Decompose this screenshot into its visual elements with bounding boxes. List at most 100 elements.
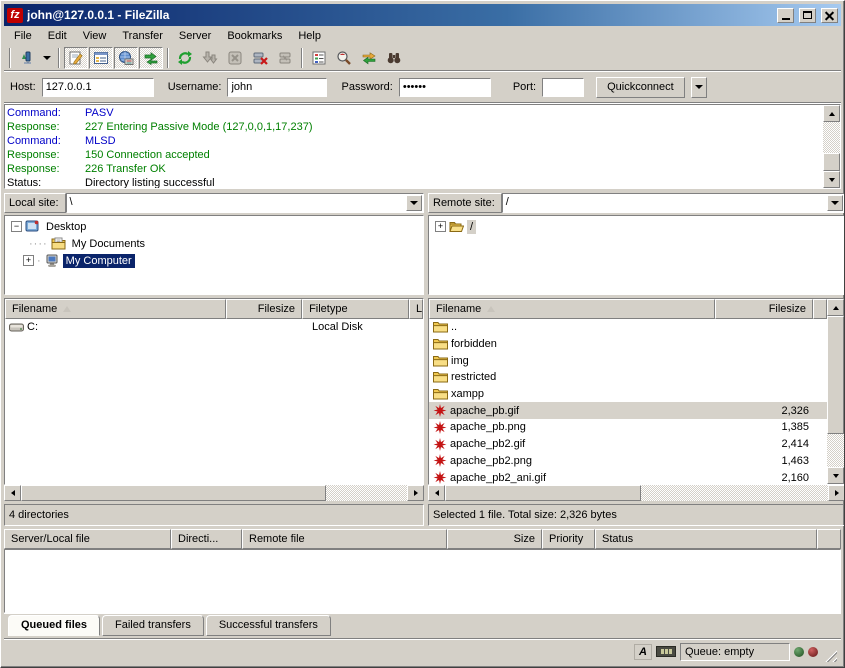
file-row[interactable]: forbidden — [429, 336, 827, 353]
file-row[interactable]: .. — [429, 319, 827, 336]
scrollbar-up-button[interactable] — [827, 299, 844, 316]
log-label: Command: — [7, 134, 85, 148]
remote-list-body[interactable]: .. forbidden img — [429, 319, 827, 484]
scrollbar-left-button[interactable] — [428, 485, 445, 501]
menu-transfer[interactable]: Transfer — [114, 28, 171, 44]
file-row[interactable]: apache_pb2.gif 2,414 — [429, 436, 827, 453]
toggle-transfer-queue-button[interactable] — [139, 47, 163, 69]
toggle-remote-tree-button[interactable] — [114, 47, 138, 69]
local-site-value[interactable]: \ — [67, 194, 405, 212]
tab-failed-transfers[interactable]: Failed transfers — [102, 615, 204, 636]
column-header-last-modified[interactable]: L — [409, 299, 423, 319]
column-header-direction[interactable]: Directi... — [171, 529, 242, 549]
process-queue-button[interactable] — [198, 47, 222, 69]
column-header-filetype[interactable]: Filetype — [302, 299, 409, 319]
scrollbar-thumb[interactable] — [21, 485, 326, 501]
remote-site-dropdown-button[interactable] — [827, 195, 843, 211]
menu-server[interactable]: Server — [171, 28, 219, 44]
find-files-button[interactable] — [382, 47, 406, 69]
expand-icon[interactable]: + — [23, 255, 34, 266]
toggle-local-tree-button[interactable] — [89, 47, 113, 69]
local-list-body[interactable]: C: Local Disk — [5, 319, 423, 484]
column-label: Server/Local file — [11, 533, 90, 545]
scrollbar-track — [827, 434, 844, 467]
column-header-filesize[interactable]: Filesize — [715, 299, 813, 319]
file-row[interactable]: restricted — [429, 369, 827, 386]
column-header-filename[interactable]: Filename — [5, 299, 226, 319]
menu-view[interactable]: View — [75, 28, 115, 44]
file-row[interactable]: apache_pb.png 1,385 — [429, 419, 827, 436]
chevron-down-icon — [831, 201, 839, 205]
username-input[interactable] — [227, 78, 327, 97]
collapse-icon[interactable]: − — [11, 221, 22, 232]
column-header-filename[interactable]: Filename — [429, 299, 715, 319]
local-site-dropdown-button[interactable] — [406, 195, 422, 211]
scrollbar-left-button[interactable] — [4, 485, 21, 501]
scrollbar-thumb[interactable] — [823, 153, 840, 171]
tree-item-my-documents[interactable]: ···· My Documents — [5, 235, 423, 252]
scrollbar-thumb[interactable] — [445, 485, 641, 501]
local-horizontal-scrollbar[interactable] — [4, 485, 424, 501]
remote-vertical-scrollbar[interactable] — [827, 299, 844, 484]
tree-item-root[interactable]: + / — [429, 218, 844, 235]
file-row[interactable]: img — [429, 352, 827, 369]
file-row[interactable]: apache_pb2_ani.gif 2,160 — [429, 469, 827, 484]
menu-file[interactable]: File — [6, 28, 40, 44]
scrollbar-right-button[interactable] — [407, 485, 424, 501]
host-input[interactable] — [42, 78, 154, 97]
scrollbar-right-button[interactable] — [828, 485, 845, 501]
port-input[interactable] — [542, 78, 584, 97]
quickconnect-dropdown-button[interactable] — [691, 77, 707, 98]
remote-horizontal-scrollbar[interactable] — [428, 485, 845, 501]
column-header-status[interactable]: Status — [595, 529, 817, 549]
column-header-filesize[interactable]: Filesize — [226, 299, 302, 319]
transfer-type-icon[interactable]: A — [634, 644, 652, 660]
directory-comparison-button[interactable] — [332, 47, 356, 69]
directory-filters-button[interactable] — [307, 47, 331, 69]
file-row[interactable]: xampp — [429, 386, 827, 403]
maximize-button[interactable] — [799, 8, 816, 23]
reconnect-button[interactable] — [273, 47, 297, 69]
scrollbar-thumb[interactable] — [827, 316, 844, 434]
synchronized-browsing-button[interactable] — [357, 47, 381, 69]
close-button[interactable] — [821, 8, 838, 23]
column-header-server-local-file[interactable]: Server/Local file — [4, 529, 171, 549]
file-row-selected[interactable]: apache_pb.gif 2,326 — [429, 402, 827, 419]
expand-icon[interactable]: + — [435, 221, 446, 232]
resize-grip[interactable] — [822, 647, 837, 662]
quickconnect-button[interactable]: Quickconnect — [596, 77, 685, 98]
menu-bookmarks[interactable]: Bookmarks — [219, 28, 290, 44]
site-manager-button[interactable] — [15, 47, 39, 69]
local-site-combo[interactable]: \ — [66, 193, 424, 213]
menu-help[interactable]: Help — [290, 28, 329, 44]
log-vertical-scrollbar[interactable] — [823, 105, 840, 188]
column-header-priority[interactable]: Priority — [542, 529, 595, 549]
disconnect-button[interactable] — [248, 47, 272, 69]
column-header-remote-file[interactable]: Remote file — [242, 529, 447, 549]
log-line: Response:226 Transfer OK — [7, 162, 821, 176]
encryption-indicator-icon[interactable] — [656, 646, 676, 657]
cancel-button[interactable] — [223, 47, 247, 69]
scrollbar-down-button[interactable] — [827, 467, 844, 484]
message-log-text[interactable]: Command:PASV Response:227 Entering Passi… — [5, 105, 823, 188]
tab-successful-transfers[interactable]: Successful transfers — [206, 615, 331, 636]
minimize-button[interactable] — [777, 8, 794, 23]
tab-queued-files[interactable]: Queued files — [8, 615, 100, 636]
password-input[interactable] — [399, 78, 491, 97]
remote-site-combo[interactable]: / — [502, 193, 845, 213]
menu-edit[interactable]: Edit — [40, 28, 75, 44]
toggle-message-log-button[interactable] — [64, 47, 88, 69]
column-header-size[interactable]: Size — [447, 529, 542, 549]
queue-body[interactable] — [4, 549, 841, 613]
remote-site-value[interactable]: / — [503, 194, 826, 212]
quickconnect-bar: Host: Username: Password: Port: Quickcon… — [4, 72, 841, 103]
site-manager-dropdown-button[interactable] — [40, 47, 54, 69]
local-pane: Local site: \ − Desktop ···· My Document… — [4, 192, 424, 525]
refresh-button[interactable] — [173, 47, 197, 69]
scrollbar-up-button[interactable] — [823, 105, 840, 122]
file-row-c-drive[interactable]: C: Local Disk — [5, 319, 423, 336]
tree-item-desktop[interactable]: − Desktop — [5, 218, 423, 235]
tree-item-my-computer[interactable]: + · My Computer — [5, 252, 423, 269]
scrollbar-down-button[interactable] — [823, 171, 840, 188]
file-row[interactable]: apache_pb2.png 1,463 — [429, 453, 827, 470]
